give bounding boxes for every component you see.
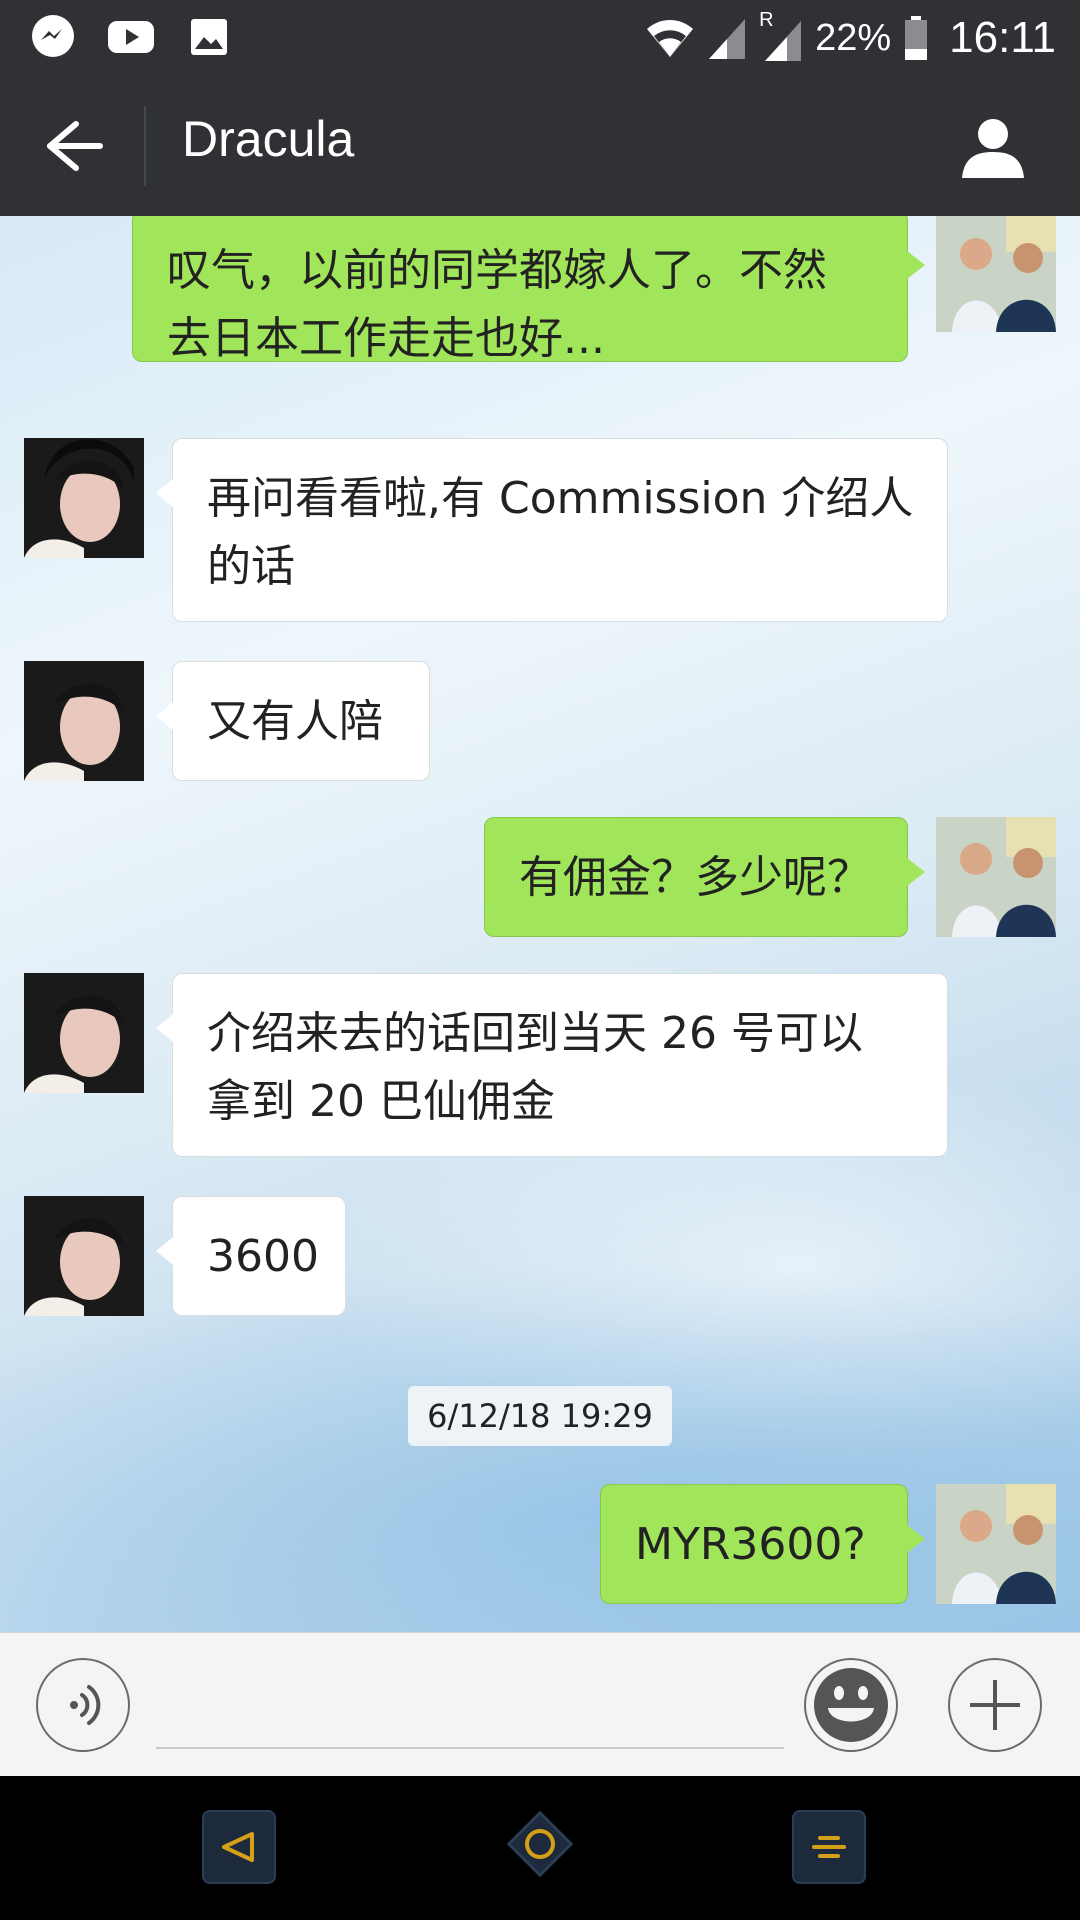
wifi-icon [647, 20, 694, 57]
nav-back-icon [222, 1832, 254, 1862]
person-icon[interactable] [958, 112, 1028, 182]
voice-icon [70, 1685, 101, 1725]
more-button[interactable] [948, 1658, 1042, 1752]
outgoing-message-bubble[interactable]: 有佣金？多少呢？ [484, 817, 925, 937]
contact-avatar[interactable] [24, 973, 144, 1093]
system-indicators: R 22% 16:11 [645, 8, 1056, 68]
my-avatar[interactable] [936, 216, 1056, 332]
battery-icon [905, 16, 928, 60]
incoming-message-bubble[interactable]: 3600 [156, 1196, 346, 1316]
message-line: 的话 [207, 541, 295, 592]
system-navigation-bar [0, 1776, 1080, 1920]
status-bar: R 22% 16:11 [0, 0, 1080, 76]
message-line: 又有人陪 [207, 696, 383, 747]
clock: 16:11 [949, 13, 1056, 62]
header-divider [144, 106, 146, 186]
message-line: MYR3600? [635, 1519, 866, 1570]
nav-menu-icon [812, 1836, 846, 1858]
chat-title: Dracula [182, 111, 355, 167]
signal-icon [709, 19, 746, 59]
message-line: 拿到 20 巴仙佣金 [207, 1076, 555, 1127]
message-input-bar [0, 1632, 1080, 1777]
incoming-message-bubble[interactable]: 再问看看啦,有 Commission 介绍人 的话 [156, 438, 948, 622]
message-timestamp: 6/12/18 19:29 [408, 1386, 672, 1446]
message-text-field[interactable] [156, 1689, 784, 1749]
messenger-icon [32, 15, 74, 57]
nav-home-icon [506, 1810, 574, 1878]
chat-header: Dracula [0, 76, 1080, 216]
message-line: 有佣金？多少呢？ [519, 852, 871, 903]
background-wave [0, 1266, 1080, 1632]
message-line: 介绍来去的话回到当天 26 号可以 [207, 1008, 863, 1059]
smiley-icon [814, 1668, 888, 1742]
notification-icons [28, 12, 234, 62]
contact-avatar[interactable] [24, 661, 144, 781]
nav-back-button[interactable] [202, 1810, 276, 1884]
message-line: 叹气，以前的同学都嫁人了。不然 [167, 245, 827, 296]
my-avatar[interactable] [936, 1484, 1056, 1604]
outgoing-message-bubble[interactable]: 叹气，以前的同学都嫁人了。不然 去日本工作走走也好... [132, 216, 925, 364]
roaming-signal-icon [765, 21, 802, 61]
plus-icon [970, 1680, 1020, 1730]
nav-menu-button[interactable] [792, 1810, 866, 1884]
incoming-message-bubble[interactable]: 介绍来去的话回到当天 26 号可以 拿到 20 巴仙佣金 [156, 973, 948, 1157]
emoji-button[interactable] [804, 1658, 898, 1752]
chat-messages[interactable]: 叹气，以前的同学都嫁人了。不然 去日本工作走走也好... 再问看看啦,有 Com… [0, 216, 1080, 1632]
contact-avatar[interactable] [24, 438, 144, 558]
contact-avatar[interactable] [24, 1196, 144, 1316]
my-avatar[interactable] [936, 817, 1056, 937]
youtube-icon [108, 21, 154, 53]
battery-percent: 22% [815, 16, 892, 59]
roaming-signal: R [759, 9, 803, 63]
voice-button[interactable] [36, 1658, 130, 1752]
arrow-left-icon[interactable] [40, 116, 110, 176]
message-line: 去日本工作走走也好... [167, 313, 605, 364]
message-line: 再问看看啦,有 Commission 介绍人 [207, 473, 914, 524]
outgoing-message-bubble[interactable]: MYR3600? [600, 1484, 925, 1604]
gallery-icon [191, 19, 227, 55]
message-line: 3600 [207, 1231, 319, 1282]
nav-home-button[interactable] [506, 1810, 574, 1878]
incoming-message-bubble[interactable]: 又有人陪 [156, 661, 430, 781]
